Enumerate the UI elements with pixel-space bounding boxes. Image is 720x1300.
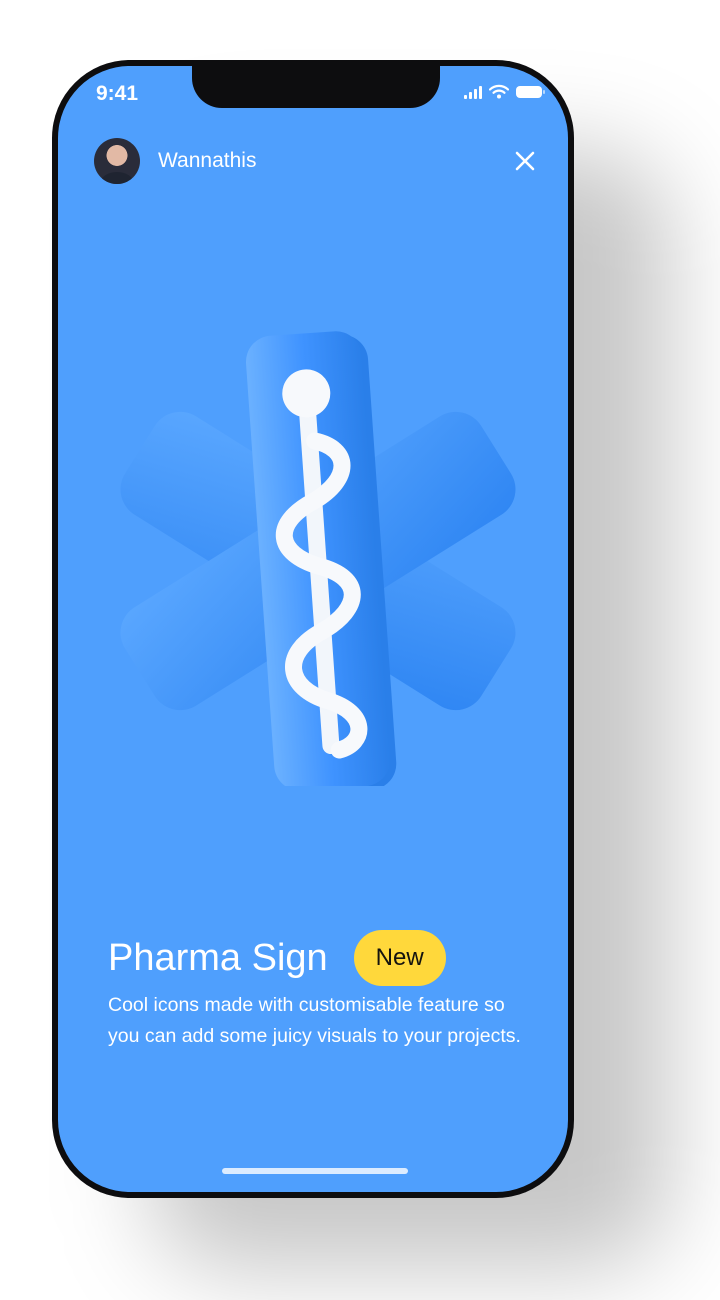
page-title: Pharma Sign (108, 936, 328, 979)
phone-frame: 9:41 Wannathis Pharma Sign New Cool icon… (52, 60, 574, 1198)
title-row: Pharma Sign New (108, 930, 446, 986)
username: Wannathis (158, 149, 257, 172)
status-time: 9:41 (96, 82, 139, 105)
header: Wannathis (94, 138, 256, 184)
status-icons (464, 84, 545, 99)
notch (192, 66, 440, 108)
rod-of-asclepius-cross-icon (120, 331, 516, 786)
signal-icon (464, 85, 482, 99)
wifi-icon (489, 84, 509, 99)
close-icon[interactable] (512, 148, 538, 174)
new-badge: New (353, 930, 446, 986)
app-screen: 9:41 Wannathis Pharma Sign New Cool icon… (58, 66, 568, 1192)
home-indicator[interactable] (222, 1168, 408, 1174)
user-avatar[interactable] (94, 138, 140, 184)
battery-icon (516, 85, 545, 98)
description: Cool icons made with customisable featur… (108, 994, 521, 1047)
